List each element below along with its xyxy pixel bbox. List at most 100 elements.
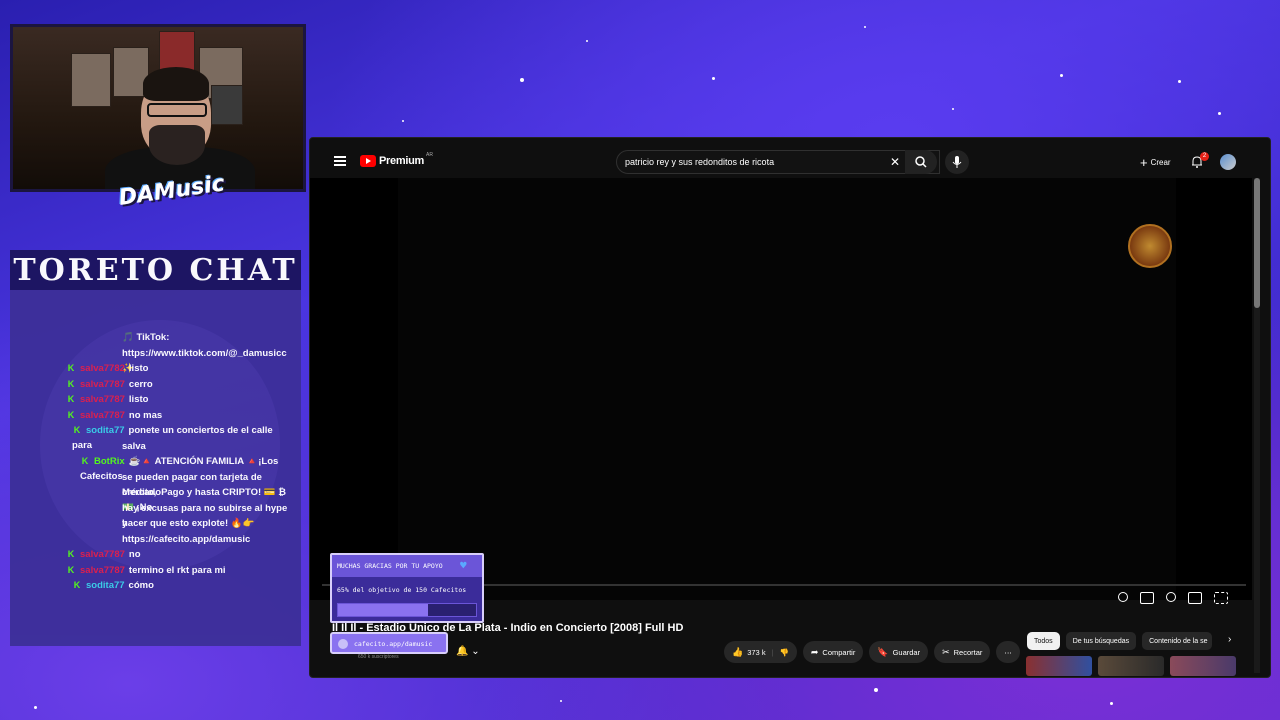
kick-badge-icon: K: [73, 425, 81, 435]
more-actions-button[interactable]: ⋯: [996, 641, 1020, 663]
wall-poster: [211, 85, 243, 125]
heart-icon: ♥: [460, 559, 467, 572]
thumbs-down-icon[interactable]: 👎: [780, 648, 789, 657]
kick-badge-icon: K: [67, 394, 75, 404]
chat-message: Ksodita77 cómo: [72, 578, 290, 593]
scissors-icon: ✂: [942, 646, 950, 657]
related-video-thumbnail[interactable]: [1026, 656, 1092, 676]
save-label: Guardar: [892, 647, 921, 657]
chat-message: Ksalva7787 termino el rkt para mi: [66, 563, 290, 578]
chip-all[interactable]: Todos: [1027, 632, 1060, 650]
star: [874, 688, 878, 692]
chat-message: https://cafecito.app/damusic: [122, 532, 290, 547]
kick-badge-icon: K: [67, 409, 75, 420]
chat-message-text: salva: [122, 440, 146, 452]
star: [520, 78, 524, 82]
related-video-thumbnail[interactable]: [1170, 656, 1236, 676]
chevron-right-icon[interactable]: ›: [1228, 634, 1231, 645]
chat-message-text: https://cafecito.app/damusic: [122, 533, 251, 545]
menu-icon[interactable]: [334, 156, 346, 166]
star: [864, 26, 866, 28]
plus-icon: +: [1140, 155, 1148, 170]
chip-channel-content[interactable]: Contenido de la se: [1142, 632, 1213, 650]
subscriber-count: 650 k suscriptores: [358, 654, 399, 660]
youtube-logo[interactable]: Premium AR: [360, 152, 433, 167]
kick-badge-icon: K: [67, 378, 75, 389]
star: [1218, 112, 1221, 115]
settings-gear-icon[interactable]: [1166, 592, 1176, 602]
chat-username[interactable]: salva7787: [80, 394, 125, 405]
kick-badge-icon: K: [67, 363, 75, 373]
chat-message: Ksalva7787 no mas: [66, 408, 290, 423]
search-icon: [915, 156, 927, 168]
kick-badge-icon: K: [81, 456, 89, 466]
channel-watermark-icon[interactable]: [1128, 224, 1172, 268]
chat-message-text: hacer que esto explote! 🔥👉: [122, 518, 255, 529]
clear-search-icon[interactable]: ✕: [890, 155, 900, 169]
star: [560, 700, 562, 702]
related-video-thumbnail[interactable]: [1098, 656, 1164, 676]
youtube-logo-text: Premium: [379, 155, 424, 167]
chat-message-text: listo: [128, 394, 149, 405]
chat-message: hacer que esto explote! 🔥👉: [122, 516, 290, 531]
star: [1110, 702, 1113, 705]
scrollbar-thumb[interactable]: [1254, 178, 1260, 308]
kick-badge-icon: K: [73, 580, 81, 590]
chat-username[interactable]: salva7787: [80, 410, 125, 421]
wall-poster: [71, 53, 111, 107]
star: [34, 706, 37, 709]
share-button[interactable]: ➦ Compartir: [802, 641, 864, 663]
chat-username[interactable]: salva7787: [80, 379, 125, 390]
voice-search-button[interactable]: [945, 150, 969, 174]
player-controls: [1118, 592, 1228, 604]
star: [402, 120, 404, 122]
autoplay-toggle-icon[interactable]: [1118, 592, 1128, 602]
chat-message-text: no: [128, 549, 141, 560]
chat-username[interactable]: salva7787: [80, 549, 125, 560]
miniplayer-icon[interactable]: [1188, 592, 1202, 604]
chat-username[interactable]: salva7782: [80, 363, 125, 374]
more-icon: ⋯: [1004, 647, 1012, 657]
account-avatar[interactable]: [1220, 154, 1236, 170]
chat-message: Ksalva7787 cerro: [66, 377, 290, 392]
chip-from-searches[interactable]: De tus búsquedas: [1065, 632, 1137, 650]
cafecito-goal-text: 65% del objetivo de 150 Cafecitos: [337, 586, 467, 594]
bookmark-icon: 🔖: [877, 646, 889, 657]
chat-header: TORETO CHAT: [10, 250, 301, 290]
fullscreen-icon[interactable]: [1214, 592, 1228, 604]
cafecito-progress-bar: [337, 603, 477, 617]
chat-message: 🎵 TikTok:: [122, 330, 290, 345]
streamer-beard: [149, 125, 205, 165]
video-player[interactable]: [310, 178, 1252, 600]
related-filter-chips: Todos De tus búsquedas Contenido de la s…: [1027, 632, 1213, 650]
chat-message-text: cerro: [128, 378, 153, 390]
like-count: 373 k: [747, 647, 766, 657]
chat-message-text: 🎵 TikTok:: [122, 332, 170, 343]
search-button[interactable]: [905, 150, 937, 174]
page-scrollbar[interactable]: [1254, 178, 1260, 673]
chat-message: Ksalva7787 listo: [66, 392, 290, 407]
clip-button[interactable]: ✂ Recortar: [934, 641, 991, 663]
clip-label: Recortar: [953, 647, 983, 657]
create-button[interactable]: + Crear: [1140, 156, 1171, 169]
star: [586, 40, 588, 42]
notification-count-badge: 2: [1200, 152, 1209, 161]
cafecito-link[interactable]: cafecito.app/damusic: [330, 632, 448, 654]
kick-badge-icon: K: [67, 564, 75, 575]
share-icon: ➦: [810, 646, 819, 657]
chat-username[interactable]: sodita77: [86, 425, 125, 436]
chat-username[interactable]: BotRix: [94, 456, 125, 467]
chat-username[interactable]: sodita77: [86, 580, 125, 591]
subscription-bell-icon[interactable]: 🔔 ⌄: [456, 646, 480, 657]
star: [712, 77, 715, 80]
chat-username[interactable]: salva7787: [80, 565, 125, 576]
chat-message-text: termino el rkt para mi: [128, 564, 226, 576]
save-button[interactable]: 🔖 Guardar: [869, 641, 929, 663]
create-label: Crear: [1150, 158, 1171, 167]
chat-message: Ksalva7787 no: [66, 547, 290, 562]
like-button[interactable]: 👍 373 k | 👎: [724, 641, 797, 663]
youtube-play-icon: [360, 155, 376, 167]
subtitles-icon[interactable]: [1140, 592, 1154, 604]
streamer-hair: [143, 67, 209, 101]
cafecito-logo-icon: [338, 639, 348, 649]
